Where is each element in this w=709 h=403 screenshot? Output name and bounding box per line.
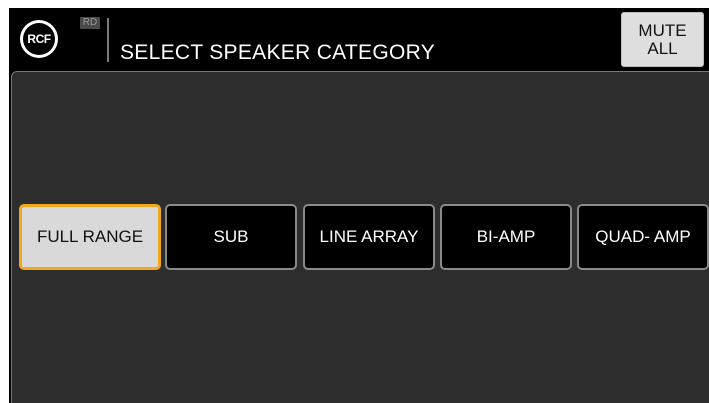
logo-text: RCF [23,23,55,55]
category-label: FULL RANGE [36,227,144,246]
rcf-logo: RCF [20,20,58,58]
category-label: LINE ARRAY [319,227,419,246]
model-badge: RD [80,17,100,29]
header-divider [107,18,109,62]
device-screen: RCF RD SELECT SPEAKER CATEGORY MUTE ALL … [9,8,709,403]
top-bar: RCF RD SELECT SPEAKER CATEGORY MUTE ALL [9,8,709,70]
category-label: BI-AMP [476,227,536,246]
category-quad-amp-button[interactable]: QUAD- AMP [577,204,709,270]
category-full-range-button[interactable]: FULL RANGE [19,204,161,270]
mute-all-label-line1: MUTE [638,20,687,40]
category-label: SUB [213,227,249,246]
category-bi-amp-button[interactable]: BI-AMP [440,204,572,270]
category-panel: FULL RANGE SUB LINE ARRAY BI-AMP QUAD- A… [11,71,709,403]
mute-all-button[interactable]: MUTE ALL [621,12,704,67]
category-line-array-button[interactable]: LINE ARRAY [303,204,435,270]
page-title: SELECT SPEAKER CATEGORY [120,41,435,64]
category-label: QUAD- AMP [595,227,691,246]
category-sub-button[interactable]: SUB [165,204,297,270]
mute-all-label-line2: ALL [647,38,678,58]
